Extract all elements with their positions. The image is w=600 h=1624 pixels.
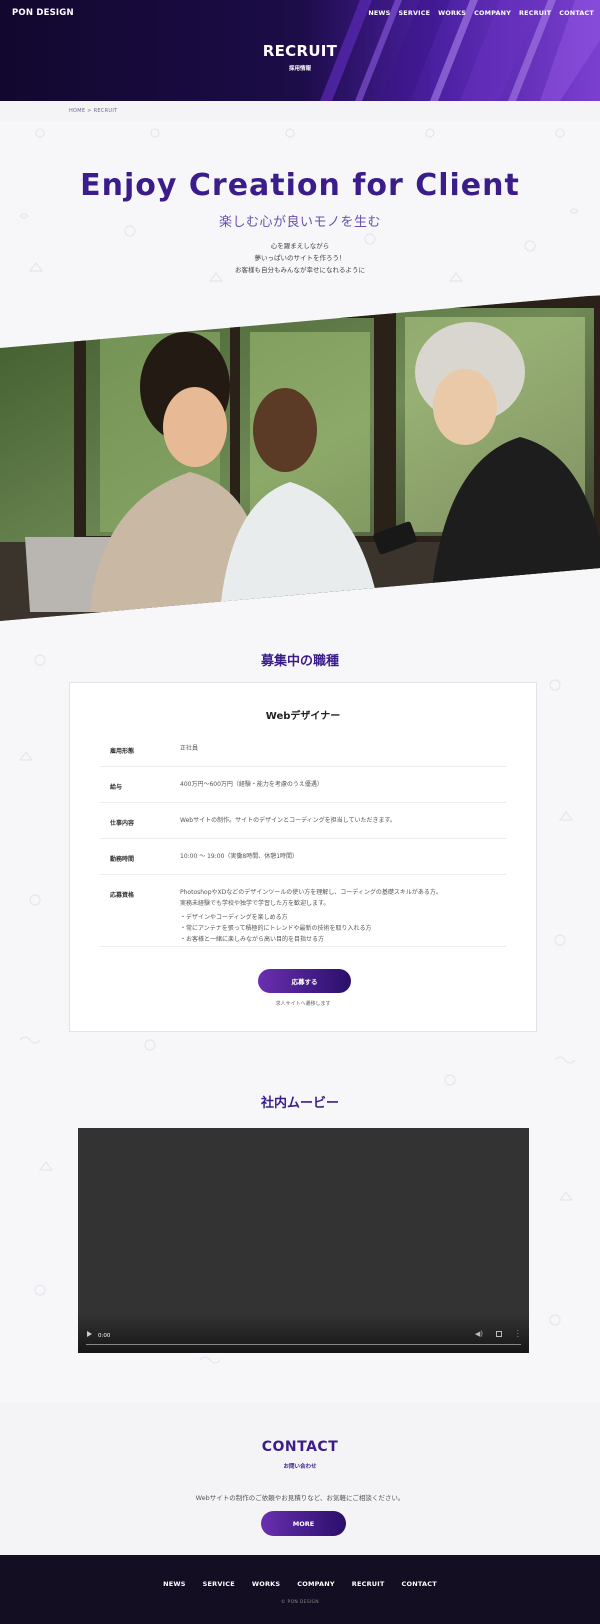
intro-line: 心を躍まえしながら (270, 242, 330, 250)
video-progress-bar[interactable] (86, 1343, 521, 1345)
jobs-section-title: 募集中の職種 (260, 654, 339, 669)
page-subtitle: 採用情報 (288, 66, 311, 72)
job-label: 応募資格 (110, 892, 135, 899)
intro-title: Enjoy Creation for Client (80, 168, 520, 203)
qualification-text: 実務未経験でも学校や独学で学習した方を歓迎します。 (180, 900, 330, 907)
job-value: 400万円〜600万円（経験・能力を考慮のうえ優遇） (180, 781, 323, 788)
footer-nav-company[interactable]: COMPANY (297, 1580, 335, 1588)
job-value: 正社員 (180, 745, 199, 752)
job-value: Webサイトの制作。サイトのデザインとコーディングを担当していただきます。 (180, 817, 396, 824)
page-footer: NEWS SERVICE WORKS COMPANY RECRUIT CONTA… (0, 1555, 600, 1624)
contact-text: Webサイトの制作のご依頼やお見積りなど、お気軽にご相談ください。 (195, 1494, 405, 1502)
intro-line: お客様も自分もみんなが幸せになれるように (235, 266, 365, 274)
nav-contact[interactable]: CONTACT (559, 9, 594, 17)
site-logo[interactable]: PON DESIGN (12, 8, 74, 18)
qualification-text: PhotoshopやXDなどのデザインツールの使い方を理解し、コーディングの基礎… (180, 889, 442, 896)
footer-nav-recruit[interactable]: RECRUIT (352, 1580, 385, 1588)
nav-news[interactable]: NEWS (368, 9, 390, 17)
qualification-bullet: ・デザインやコーディングを楽しめる方 (180, 914, 288, 921)
page-header: PON DESIGN NEWS SERVICE WORKS COMPANY RE… (0, 0, 600, 101)
page-title: RECRUIT (262, 42, 338, 60)
qualification-bullet: ・常にアンテナを張って積極的にトレンドや最新の技術を取り入れる方 (180, 925, 372, 932)
nav-works[interactable]: WORKS (438, 9, 466, 17)
main-nav: NEWS SERVICE WORKS COMPANY RECRUIT CONTA… (368, 9, 594, 17)
apply-button[interactable]: 応募する (258, 969, 351, 993)
contact-title: CONTACT (261, 1439, 339, 1455)
job-row-employment: 雇用形態 正社員 (100, 731, 506, 767)
job-row-work: 仕事内容 Webサイトの制作。サイトのデザインとコーディングを担当していただきま… (100, 803, 506, 839)
job-label: 仕事内容 (110, 820, 135, 827)
intro-line: 夢いっぱいのサイトを作ろう！ (254, 254, 346, 262)
contact-section: CONTACT お問い合わせ Webサイトの制作のご依頼やお見積りなど、お気軽に… (0, 1403, 600, 1555)
job-label: 雇用形態 (110, 748, 135, 755)
job-value: PhotoshopやXDなどのデザインツールの使い方を理解し、コーディングの基礎… (180, 887, 506, 945)
job-label: 給与 (110, 784, 123, 791)
intro-section: Enjoy Creation for Client 楽しむ心が良いモノを生む 心… (0, 168, 600, 276)
intro-subtitle: 楽しむ心が良いモノを生む (218, 215, 381, 230)
nav-company[interactable]: COMPANY (474, 9, 511, 17)
breadcrumb-bar: HOME > RECRUIT (0, 101, 600, 121)
footer-nav-news[interactable]: NEWS (163, 1580, 186, 1588)
nav-recruit[interactable]: RECRUIT (519, 9, 551, 17)
breadcrumb[interactable]: HOME > RECRUIT (69, 108, 118, 114)
job-value: 10:00 〜 19:00（実働8時間、休憩1時間） (180, 853, 299, 860)
contact-subtitle: お問い合わせ (283, 1464, 317, 1470)
footer-nav-service[interactable]: SERVICE (203, 1580, 235, 1588)
footer-nav: NEWS SERVICE WORKS COMPANY RECRUIT CONTA… (0, 1580, 600, 1588)
contact-more-button[interactable]: MORE (261, 1511, 346, 1536)
video-controls: 0:00 ◀) · · · (78, 1313, 529, 1353)
job-label: 勤務時間 (110, 856, 135, 863)
more-options-icon[interactable]: · · · (517, 1328, 519, 1341)
play-icon[interactable] (87, 1331, 92, 1337)
apply-note: 求人サイトへ遷移します (275, 1001, 331, 1007)
video-time: 0:00 (98, 1333, 111, 1339)
video-player[interactable]: 0:00 ◀) · · · (78, 1128, 529, 1353)
footer-nav-contact[interactable]: CONTACT (402, 1580, 437, 1588)
nav-service[interactable]: SERVICE (398, 9, 430, 17)
intro-text: 心を躍まえしながら 夢いっぱいのサイトを作ろう！ お客様も自分もみんなが幸せにな… (0, 240, 600, 276)
job-title: Webデザイナー (265, 711, 341, 722)
job-card: Webデザイナー 雇用形態 正社員 給与 400万円〜600万円（経験・能力を考… (69, 682, 537, 1032)
qualification-bullet: ・お客様と一緒に楽しみながら高い目的を目指せる方 (180, 936, 325, 943)
copyright: © PON DESIGN (281, 1600, 319, 1605)
team-photo (0, 295, 600, 621)
footer-nav-works[interactable]: WORKS (252, 1580, 280, 1588)
fullscreen-icon[interactable] (496, 1331, 502, 1337)
volume-icon[interactable]: ◀) (475, 1330, 483, 1338)
movie-section-title: 社内ムービー (260, 1096, 339, 1111)
job-row-qualification: 応募資格 PhotoshopやXDなどのデザインツールの使い方を理解し、コーディ… (100, 875, 506, 947)
job-row-salary: 給与 400万円〜600万円（経験・能力を考慮のうえ優遇） (100, 767, 506, 803)
job-row-hours: 勤務時間 10:00 〜 19:00（実働8時間、休憩1時間） (100, 839, 506, 875)
